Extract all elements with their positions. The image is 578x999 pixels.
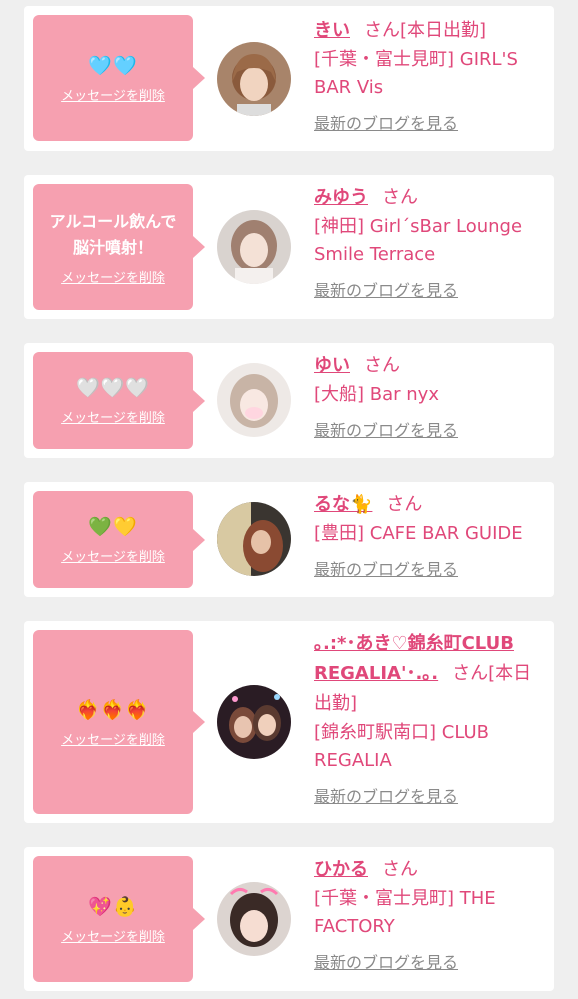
cast-name-link[interactable]: きい [314,20,350,41]
message-bubble: ❤️‍🔥❤️‍🔥❤️‍🔥 メッセージを削除 [33,630,205,814]
favorite-card: 💚💛 メッセージを削除 るな🐈 さん [豊田] CAFE BAR GUIDE 最新… [24,482,554,597]
avatar[interactable] [217,685,291,759]
message-bubble: 💚💛 メッセージを削除 [33,491,205,588]
shop-name: [豊田] CAFE BAR GUIDE [314,523,523,544]
shop-name: [錦糸町駅南口] CLUB REGALIA [314,722,489,771]
avatar[interactable] [217,502,291,576]
name-line: ｡.:*･あき♡錦糸町CLUB REGALIA'･.｡. さん[本日出勤] [314,629,546,719]
avatar[interactable] [217,42,291,116]
favorite-card: アルコール飲んで 脳汁噴射！ メッセージを削除 みゆう さん [神田] Girl´… [24,175,554,319]
honorific: さん [382,187,418,208]
latest-blog-link[interactable]: 最新のブログを見る [314,110,458,134]
cast-info: ひかる さん [千葉・富士見町] THE FACTORY 最新のブログを見る [314,855,546,973]
shop-name: [千葉・富士見町] THE FACTORY [314,888,496,937]
delete-message-link[interactable]: メッセージを削除 [61,926,165,945]
favorite-card: 💖👶 メッセージを削除 ひかる さん [千葉・富士見町] THE FACTORY … [24,847,554,991]
favorite-card: 🤍🤍🤍 メッセージを削除 ゆい さん [大船] Bar nyx 最新のブログを見る [24,343,554,458]
cast-info: るな🐈 さん [豊田] CAFE BAR GUIDE 最新のブログを見る [314,490,546,580]
cast-name-link[interactable]: ゆい [314,355,350,376]
latest-blog-link[interactable]: 最新のブログを見る [314,783,458,807]
latest-blog-link[interactable]: 最新のブログを見る [314,949,458,973]
cast-info: ｡.:*･あき♡錦糸町CLUB REGALIA'･.｡. さん[本日出勤] [錦糸… [314,629,546,807]
cast-name-link[interactable]: ひかる [314,859,368,880]
message-text: 💚💛 [88,516,138,538]
cast-name-link[interactable]: みゆう [314,187,368,208]
message-bubble: 💖👶 メッセージを削除 [33,856,205,982]
message-text: 🤍🤍🤍 [76,377,150,399]
message-text: ❤️‍🔥❤️‍🔥❤️‍🔥 [76,698,150,721]
message-bubble: 🩵🩵 メッセージを削除 [33,15,205,141]
delete-message-link[interactable]: メッセージを削除 [61,407,165,426]
cast-name-link[interactable]: るな🐈 [314,494,372,515]
cast-info: きい さん[本日出勤] [千葉・富士見町] GIRL'S BAR Vis 最新のブ… [314,16,546,134]
name-line: ひかる さん [314,855,546,885]
avatar[interactable] [217,882,291,956]
name-line: るな🐈 さん [314,490,546,520]
favorite-card: ❤️‍🔥❤️‍🔥❤️‍🔥 メッセージを削除 ｡.:*･あき♡錦糸町CLUB RE… [24,621,554,823]
favorite-card: 🩵🩵 メッセージを削除 きい さん[本日出勤] [千葉・富士見町] GIRL'S … [24,6,554,151]
honorific: さん [382,859,418,880]
cast-info: みゆう さん [神田] Girl´sBar Lounge Smile Terrac… [314,183,546,301]
shop-name: [大船] Bar nyx [314,384,439,405]
latest-blog-link[interactable]: 最新のブログを見る [314,277,458,301]
shop-name: [千葉・富士見町] GIRL'S BAR Vis [314,49,518,98]
honorific: さん[本日出勤] [364,20,487,41]
message-bubble: 🤍🤍🤍 メッセージを削除 [33,352,205,449]
latest-blog-link[interactable]: 最新のブログを見る [314,417,458,441]
avatar[interactable] [217,363,291,437]
message-text: アルコール飲んで 脳汁噴射！ [49,211,177,257]
avatar[interactable] [217,210,291,284]
name-line: ゆい さん [314,351,546,381]
delete-message-link[interactable]: メッセージを削除 [61,546,165,565]
delete-message-link[interactable]: メッセージを削除 [61,267,165,286]
name-line: きい さん[本日出勤] [314,16,546,46]
latest-blog-link[interactable]: 最新のブログを見る [314,556,458,580]
honorific: さん [364,355,400,376]
shop-name: [神田] Girl´sBar Lounge Smile Terrace [314,216,523,265]
name-line: みゆう さん [314,183,546,213]
message-text: 🩵🩵 [88,54,138,77]
delete-message-link[interactable]: メッセージを削除 [61,729,165,748]
message-text: 💖👶 [88,895,138,918]
delete-message-link[interactable]: メッセージを削除 [61,85,165,104]
message-bubble: アルコール飲んで 脳汁噴射！ メッセージを削除 [33,184,205,310]
honorific: さん [386,494,423,515]
cast-info: ゆい さん [大船] Bar nyx 最新のブログを見る [314,351,546,441]
